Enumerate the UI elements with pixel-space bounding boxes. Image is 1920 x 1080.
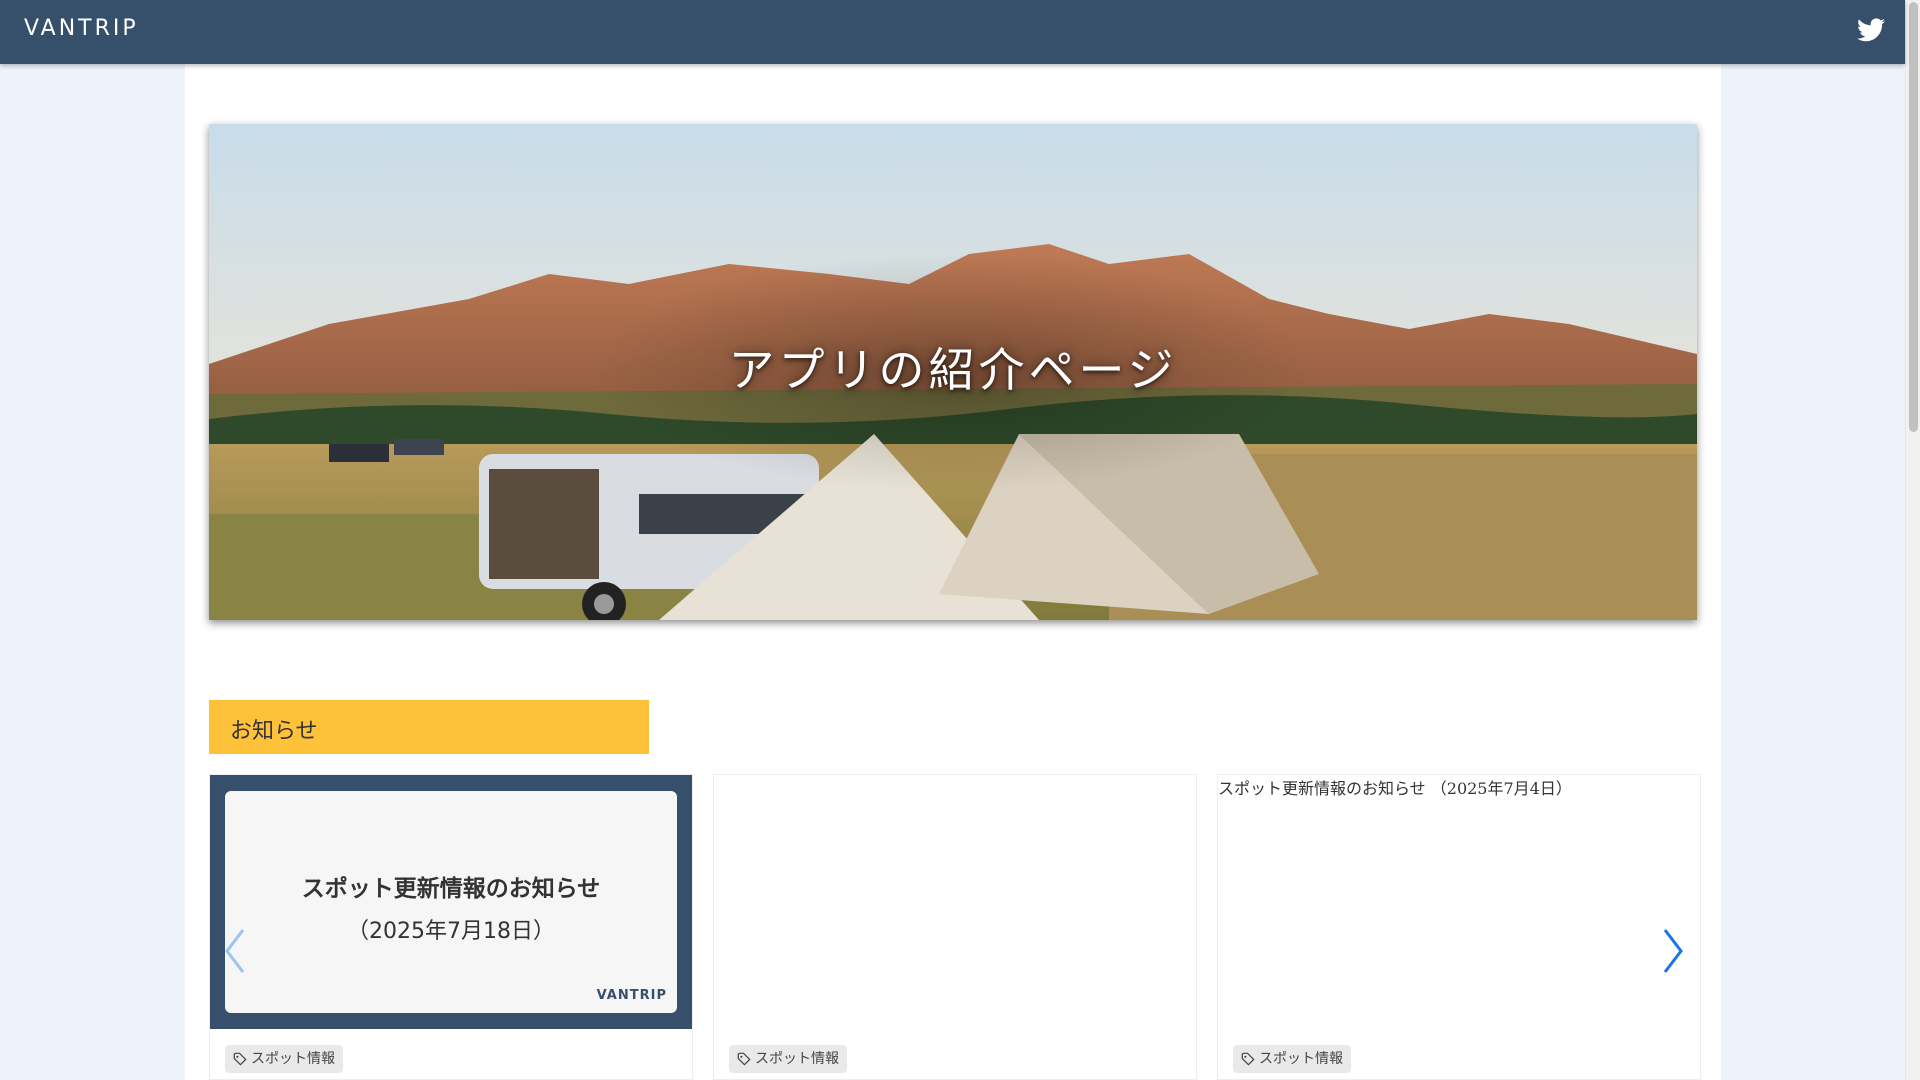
broken-image-alt-text: スポット更新情報のお知らせ （2025年7月4日） [1218, 779, 1572, 798]
tag-label: スポット情報 [251, 1051, 335, 1067]
tag-badge[interactable]: スポット情報 [729, 1045, 847, 1073]
notice-card-1[interactable]: スポット更新情報のお知らせ （2025年7月18日） VANTRIP スポット情… [209, 774, 693, 1080]
notice-thumbnail-date: （2025年7月18日） [347, 919, 555, 944]
notice-thumbnail[interactable] [714, 775, 1196, 1029]
tag-badge[interactable]: スポット情報 [1233, 1045, 1351, 1073]
notices-carousel: スポット更新情報のお知らせ （2025年7月18日） VANTRIP スポット情… [209, 774, 1701, 1080]
notice-thumbnail-panel: スポット更新情報のお知らせ （2025年7月18日） VANTRIP [225, 791, 677, 1013]
brand-logo[interactable]: VANTRIP [24, 16, 139, 41]
notice-card-2[interactable]: スポット情報 [713, 774, 1197, 1080]
notice-thumbnail-brand: VANTRIP [596, 988, 667, 1003]
notices-heading: お知らせ [209, 700, 649, 754]
page-scrollbar[interactable] [1905, 0, 1920, 1080]
twitter-icon[interactable] [1857, 18, 1885, 42]
carousel-prev-arrow[interactable] [221, 926, 251, 976]
tag-label: スポット情報 [755, 1051, 839, 1067]
tag-icon [737, 1052, 751, 1066]
tag-icon [1241, 1052, 1255, 1066]
notice-thumbnail-title: スポット更新情報のお知らせ [301, 876, 601, 902]
scrollbar-thumb[interactable] [1909, 2, 1918, 432]
tag-icon [233, 1052, 247, 1066]
hero-banner: アプリの紹介ページ [209, 124, 1697, 620]
notice-thumbnail[interactable]: スポット更新情報のお知らせ （2025年7月18日） VANTRIP [210, 775, 692, 1029]
tag-badge[interactable]: スポット情報 [225, 1045, 343, 1073]
top-navbar: VANTRIP [0, 0, 1905, 64]
carousel-next-arrow[interactable] [1657, 926, 1687, 976]
hero-title: アプリの紹介ページ [728, 343, 1178, 397]
main-content: アプリの紹介ページ お知らせ スポット更新情報のお知らせ （2025年7月18日… [185, 64, 1721, 1080]
notice-thumbnail[interactable]: スポット更新情報のお知らせ （2025年7月4日） [1218, 775, 1700, 1029]
notice-card-3[interactable]: スポット更新情報のお知らせ （2025年7月4日） スポット情報 [1217, 774, 1701, 1080]
tag-label: スポット情報 [1259, 1051, 1343, 1067]
